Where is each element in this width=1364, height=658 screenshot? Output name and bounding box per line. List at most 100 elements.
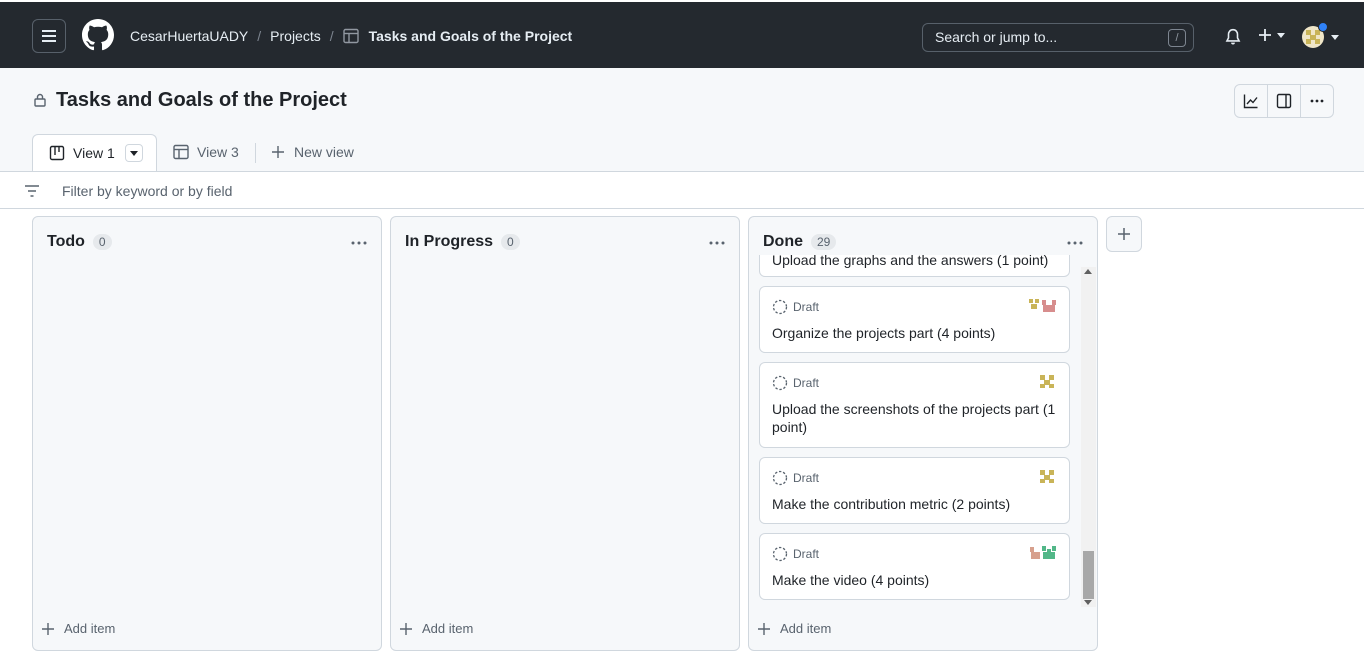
- filter-icon: [25, 185, 39, 197]
- assignee-avatars[interactable]: [1037, 467, 1057, 487]
- tab-view-1[interactable]: View 1: [32, 134, 157, 171]
- draft-issue-icon: [772, 546, 788, 562]
- view-options-dropdown[interactable]: [124, 144, 143, 162]
- cards-list: Upload the graphs and the answers (1 poi…: [759, 255, 1097, 607]
- kebab-horizontal-icon[interactable]: [707, 235, 727, 251]
- avatar-identicon-icon: [1029, 299, 1039, 309]
- card-title: Organize the projects part (4 points): [772, 325, 996, 341]
- table-icon: [342, 28, 359, 44]
- column-header: Done 29: [763, 233, 837, 251]
- breadcrumb-owner[interactable]: CesarHuertaUADY: [130, 28, 248, 44]
- column-todo: Todo 0 Add item: [32, 216, 382, 651]
- new-view-button[interactable]: New view: [270, 144, 354, 160]
- filter-input[interactable]: Filter by keyword or by field: [62, 183, 232, 199]
- card-title: Upload the graphs and the answers (1 poi…: [772, 255, 1049, 268]
- kebab-horizontal-icon: [1310, 99, 1324, 103]
- filter-bar: Filter by keyword or by field: [0, 171, 1364, 209]
- plus-icon: [400, 622, 412, 635]
- card-title: Upload the screenshots of the projects p…: [772, 401, 1056, 435]
- tab-view-3[interactable]: View 3: [173, 144, 239, 160]
- card-status-label: Draft: [793, 547, 820, 561]
- card-item[interactable]: Draft Make the contribution metric (2 po…: [759, 457, 1070, 524]
- board: Todo 0 Add item In Progress 0 Add item D…: [0, 209, 1364, 658]
- menu-button[interactable]: [32, 19, 66, 53]
- column-name: Todo: [47, 233, 85, 250]
- card-status: Draft: [772, 546, 819, 562]
- tab-divider: [255, 143, 256, 163]
- scrollbar-thumb[interactable]: [1083, 551, 1094, 599]
- avatar-identicon-icon: [1040, 470, 1054, 483]
- assignee-avatars[interactable]: [1027, 296, 1057, 316]
- column-name: Done: [763, 233, 803, 250]
- column-name: In Progress: [405, 233, 494, 250]
- board-icon: [49, 145, 65, 161]
- chevron-down-icon: [1277, 32, 1285, 38]
- add-item-label: Add item: [422, 621, 474, 636]
- plus-icon: [1118, 228, 1130, 240]
- scroll-up-arrow-icon[interactable]: [1084, 269, 1092, 274]
- assignee-avatars[interactable]: [1037, 372, 1057, 392]
- search-placeholder: Search or jump to...: [935, 29, 1058, 45]
- toggle-sidebar-button[interactable]: [1268, 85, 1301, 117]
- notifications-bell-icon[interactable]: [1224, 28, 1242, 46]
- table-icon: [173, 144, 189, 160]
- search-input[interactable]: Search or jump to... /: [922, 23, 1194, 52]
- kebab-horizontal-icon[interactable]: [1065, 235, 1085, 251]
- breadcrumb-separator: /: [257, 28, 262, 44]
- breadcrumb: CesarHuertaUADY / Projects / Tasks and G…: [130, 28, 572, 44]
- plus-icon: [1259, 29, 1271, 41]
- card-title: Make the contribution metric (2 points): [772, 496, 1011, 512]
- project-actions: [1234, 84, 1334, 118]
- card-status: Draft: [772, 299, 819, 315]
- add-column-button[interactable]: [1106, 216, 1142, 252]
- plus-icon: [272, 146, 284, 158]
- card-status-label: Draft: [793, 471, 820, 485]
- draft-issue-icon: [772, 375, 788, 391]
- avatar-identicon-icon: [1030, 547, 1040, 559]
- create-new-dropdown[interactable]: [1258, 28, 1285, 42]
- avatar-identicon-icon: [1042, 546, 1056, 559]
- card-partial[interactable]: Upload the graphs and the answers (1 poi…: [759, 255, 1070, 277]
- avatar-identicon-icon: [1040, 375, 1054, 388]
- page-title[interactable]: Tasks and Goals of the Project: [56, 89, 347, 112]
- column-count: 0: [501, 234, 520, 250]
- card-item[interactable]: Draft Make the video (4 points): [759, 533, 1070, 600]
- github-logo-icon[interactable]: [82, 19, 114, 51]
- tab-label: View 1: [73, 145, 115, 161]
- sidebar-icon: [1276, 93, 1292, 109]
- notification-indicator: [1318, 22, 1328, 32]
- hamburger-icon: [42, 30, 56, 42]
- card-status-label: Draft: [793, 376, 820, 390]
- more-options-button[interactable]: [1301, 85, 1333, 117]
- breadcrumb-projects[interactable]: Projects: [270, 28, 321, 44]
- card-status: Draft: [772, 375, 819, 391]
- plus-icon: [758, 622, 770, 635]
- column-scrollbar[interactable]: [1081, 267, 1096, 607]
- add-item-button[interactable]: Add item: [757, 621, 831, 636]
- card-status: Draft: [772, 470, 819, 486]
- add-item-label: Add item: [64, 621, 116, 636]
- plus-icon: [42, 622, 54, 635]
- column-in-progress: In Progress 0 Add item: [390, 216, 740, 651]
- lock-icon: [34, 93, 46, 107]
- column-done: Done 29 Upload the graphs and the answer…: [748, 216, 1098, 651]
- breadcrumb-project-title[interactable]: Tasks and Goals of the Project: [369, 28, 573, 44]
- view-tabs: View 1 View 3 New view: [0, 134, 1364, 171]
- global-header: CesarHuertaUADY / Projects / Tasks and G…: [0, 0, 1364, 68]
- assignee-avatars[interactable]: [1029, 543, 1057, 563]
- insights-button[interactable]: [1235, 85, 1268, 117]
- card-item[interactable]: Draft Upload the screenshots of the proj…: [759, 362, 1070, 448]
- scroll-down-arrow-icon[interactable]: [1084, 600, 1092, 605]
- add-item-button[interactable]: Add item: [41, 621, 115, 636]
- tab-label: New view: [294, 144, 354, 160]
- card-item[interactable]: Draft Organize the projects part (4 poin…: [759, 286, 1070, 353]
- add-item-button[interactable]: Add item: [399, 621, 473, 636]
- chevron-down-icon: [129, 150, 138, 156]
- add-item-label: Add item: [780, 621, 832, 636]
- column-header: In Progress 0: [405, 233, 520, 251]
- chevron-down-icon[interactable]: [1331, 35, 1339, 40]
- kebab-horizontal-icon[interactable]: [349, 235, 369, 251]
- column-count: 0: [92, 234, 112, 250]
- avatar-identicon-icon: [1042, 300, 1056, 312]
- graph-icon: [1243, 94, 1258, 109]
